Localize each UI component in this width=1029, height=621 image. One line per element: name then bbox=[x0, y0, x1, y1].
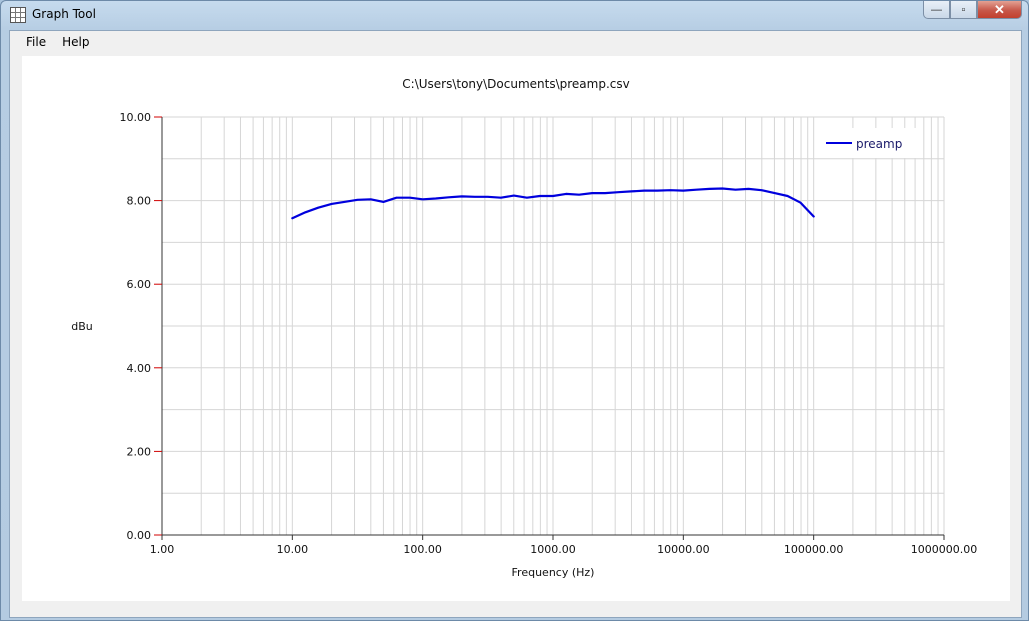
x-tick-label: 1000.00 bbox=[530, 543, 576, 556]
axis-layer: 0.00 2.00 4.00 6.00 8.00 10.00 1.00 10.00 100.00… bbox=[120, 111, 978, 556]
legend-label-preamp: preamp bbox=[856, 137, 902, 151]
x-tick-label: 1.00 bbox=[150, 543, 175, 556]
x-tick-label: 1000000.00 bbox=[911, 543, 977, 556]
grid-layer bbox=[161, 116, 945, 536]
y-tick-label: 2.00 bbox=[127, 445, 152, 458]
chart: 0.00 2.00 4.00 6.00 8.00 10.00 1.00 10.00 100.00… bbox=[71, 77, 978, 579]
y-axis-label: dBu bbox=[71, 320, 93, 333]
x-tick-label: 100000.00 bbox=[784, 543, 844, 556]
chart-title: C:\Users\tony\Documents\preamp.csv bbox=[402, 77, 629, 91]
legend: preamp bbox=[816, 128, 916, 158]
x-tick-label: 100.00 bbox=[403, 543, 442, 556]
y-tick-label: 8.00 bbox=[127, 195, 152, 208]
y-tick-label: 4.00 bbox=[127, 362, 152, 375]
app-window: Graph Tool — ▫ ✕ File Help 0.00 2.00 4.00 6… bbox=[0, 0, 1029, 621]
y-tick-label: 0.00 bbox=[127, 529, 152, 542]
chart-canvas: 0.00 2.00 4.00 6.00 8.00 10.00 1.00 10.00 100.00… bbox=[22, 56, 1010, 601]
client-area: File Help 0.00 2.00 4.00 6.00 8.00 10.00 1.00 1… bbox=[9, 30, 1022, 618]
y-tick-label: 6.00 bbox=[127, 278, 152, 291]
y-tick-label: 10.00 bbox=[120, 111, 152, 124]
x-tick-label: 10000.00 bbox=[657, 543, 710, 556]
x-tick-label: 10.00 bbox=[277, 543, 309, 556]
x-axis-label: Frequency (Hz) bbox=[512, 566, 595, 579]
